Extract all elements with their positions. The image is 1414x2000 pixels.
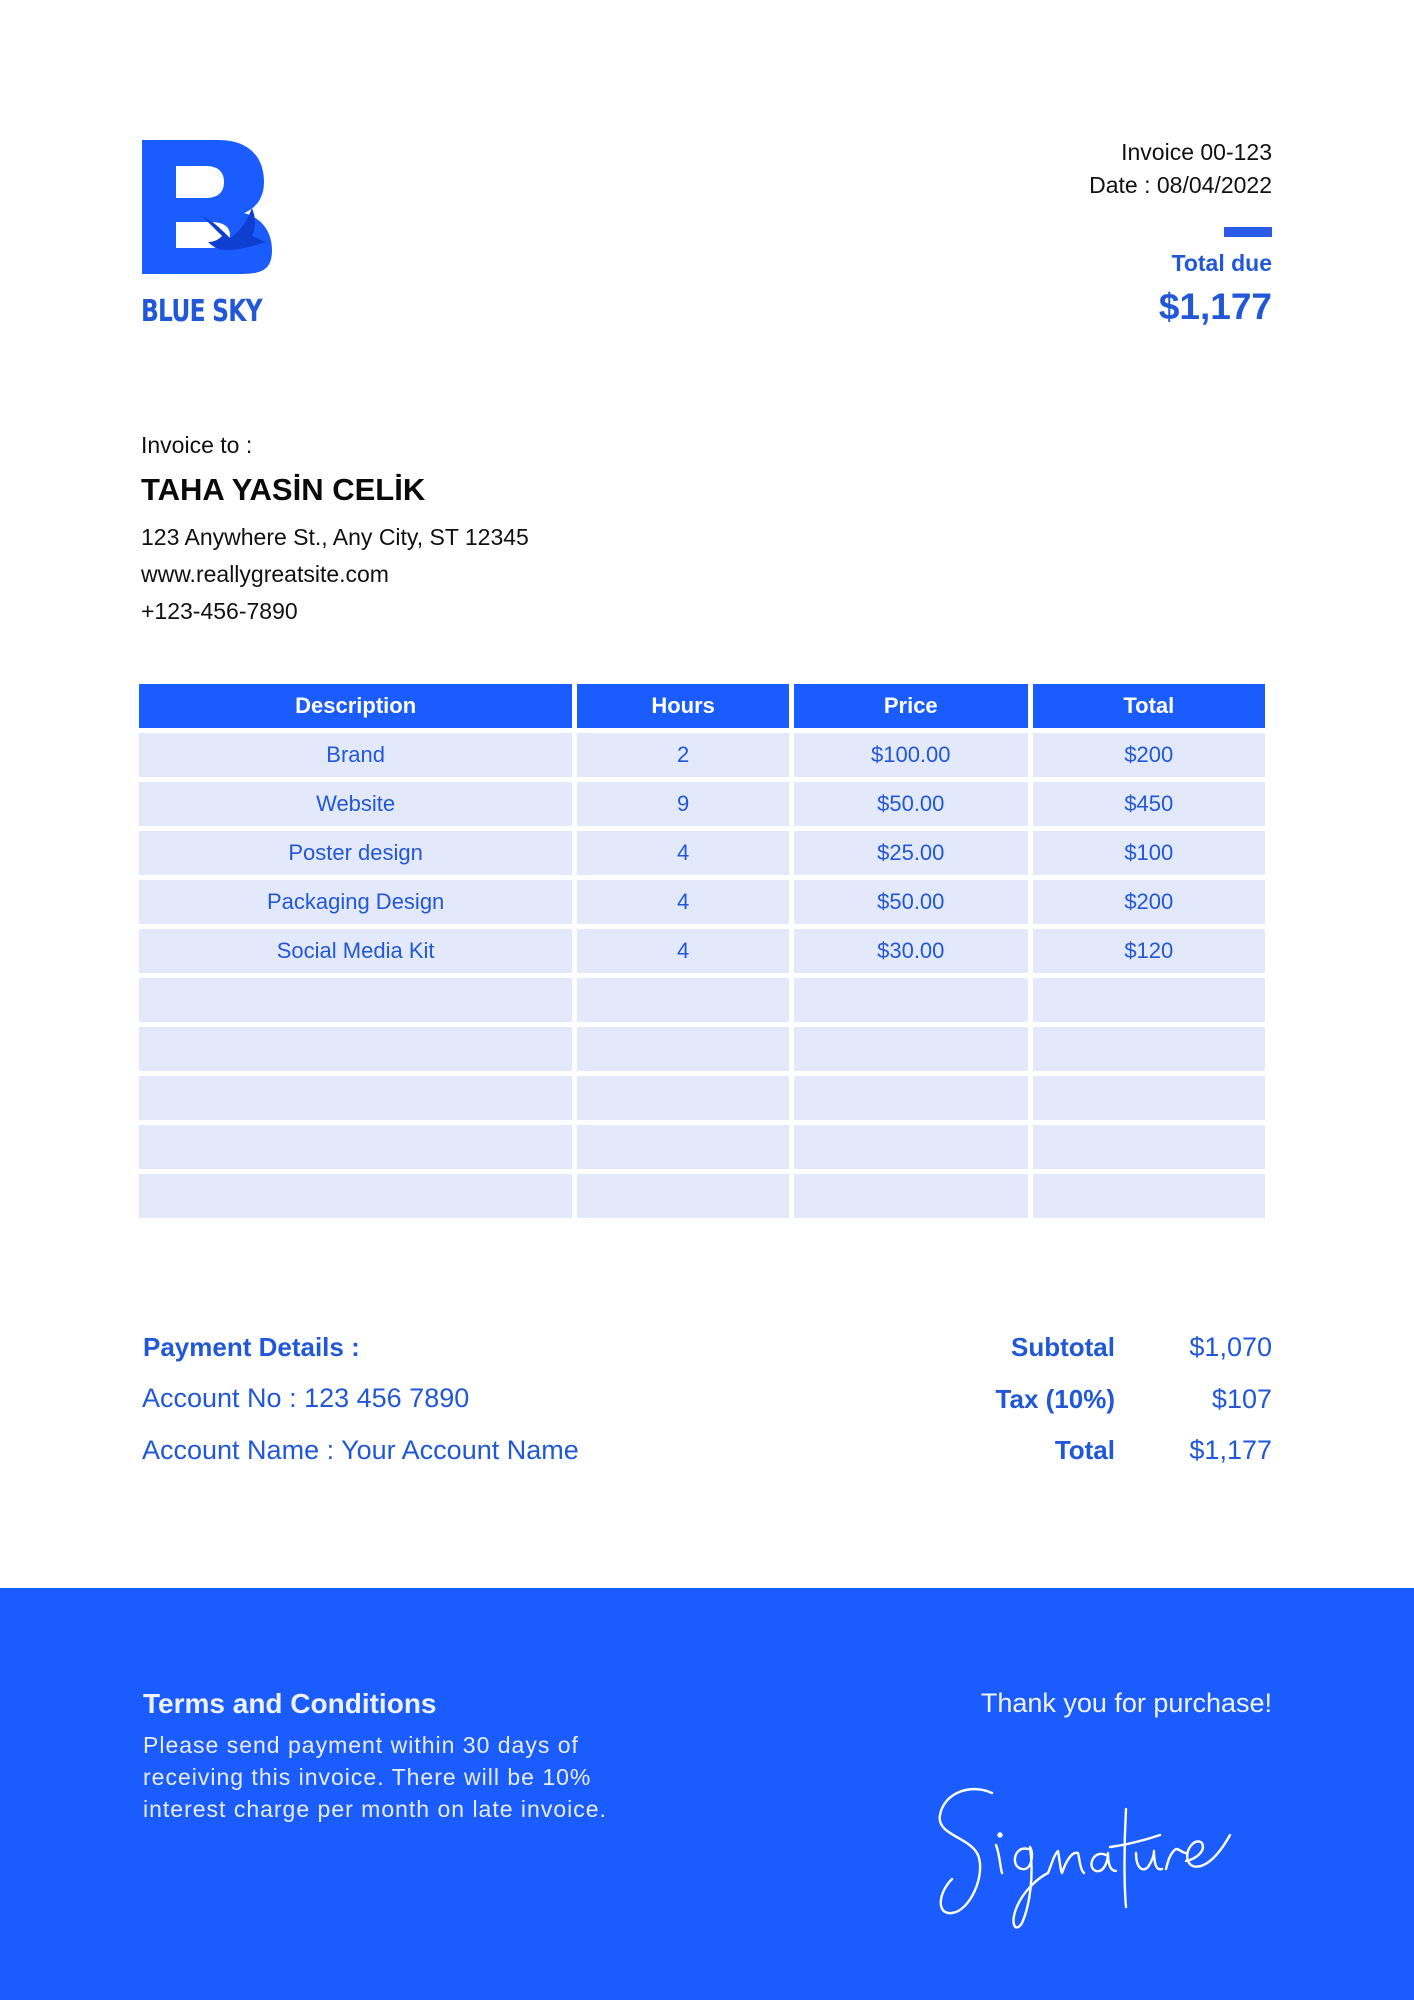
total-due-label: Total due [1171, 250, 1272, 276]
brand-name: BLUE SKY [141, 294, 263, 329]
cell-hours [577, 1125, 789, 1169]
cell-price [793, 978, 1028, 1022]
table-row-empty [139, 1027, 1265, 1071]
cell-hours: 4 [577, 929, 789, 973]
cell-total [1032, 1027, 1265, 1071]
cell-hours: 9 [577, 782, 789, 826]
tax-value: $107 [1211, 1384, 1272, 1414]
table-row: Poster design 4 $25.00 $100 [139, 831, 1265, 875]
total-value: $1,177 [1189, 1435, 1272, 1465]
cell-description: Website [139, 782, 573, 826]
cell-price: $100.00 [793, 733, 1028, 777]
cell-total: $200 [1032, 880, 1265, 924]
terms-text: Please send payment within 30 days of re… [143, 1732, 607, 1822]
cell-total: $200 [1032, 733, 1265, 777]
cell-total [1032, 1174, 1265, 1218]
client-name: TAHA YASİN CELİK [141, 472, 426, 507]
header-hours: Hours [577, 684, 789, 728]
header-description: Description [139, 684, 573, 728]
cell-hours [577, 978, 789, 1022]
cell-hours [577, 1076, 789, 1120]
cell-description: Social Media Kit [139, 929, 573, 973]
table-row-empty [139, 978, 1265, 1022]
table-row-empty [139, 1174, 1265, 1218]
table-row-empty [139, 1076, 1265, 1120]
thank-you-text: Thank you for purchase! [980, 1688, 1272, 1718]
cell-price [793, 1174, 1028, 1218]
table-header-row: Description Hours Price Total [139, 684, 1265, 728]
header-price: Price [793, 684, 1028, 728]
cell-hours [577, 1027, 789, 1071]
table-row: Website 9 $50.00 $450 [139, 782, 1265, 826]
terms-title: Terms and Conditions [143, 1688, 437, 1719]
invoice-date: Date : 08/04/2022 [1089, 172, 1272, 198]
cell-description [139, 1027, 573, 1071]
table-row: Social Media Kit 4 $30.00 $120 [139, 929, 1265, 973]
cell-description [139, 1174, 573, 1218]
client-website: www.reallygreatsite.com [141, 561, 389, 587]
header-total: Total [1032, 684, 1265, 728]
cell-price [793, 1125, 1028, 1169]
cell-price: $50.00 [793, 880, 1028, 924]
cell-hours: 2 [577, 733, 789, 777]
table-row: Packaging Design 4 $50.00 $200 [139, 880, 1265, 924]
cell-price: $50.00 [793, 782, 1028, 826]
accent-bar [1224, 227, 1272, 237]
cell-total [1032, 1125, 1265, 1169]
cell-price [793, 1027, 1028, 1071]
total-due-value: $1,177 [1158, 286, 1272, 327]
account-name: Account Name : Your Account Name [142, 1435, 579, 1465]
cell-hours: 4 [577, 880, 789, 924]
invoice-to-label: Invoice to : [141, 432, 253, 458]
payment-details-title: Payment Details : [143, 1332, 360, 1362]
total-label: Total [1054, 1435, 1115, 1465]
cell-total: $450 [1032, 782, 1265, 826]
client-phone: +123-456-7890 [141, 598, 298, 624]
cell-price [793, 1076, 1028, 1120]
cell-description [139, 1076, 573, 1120]
cell-total [1032, 978, 1265, 1022]
account-number: Account No : 123 456 7890 [142, 1383, 470, 1413]
cell-description: Packaging Design [139, 880, 573, 924]
cell-price: $25.00 [793, 831, 1028, 875]
cell-description: Poster design [139, 831, 573, 875]
cell-description [139, 1125, 573, 1169]
cell-price: $30.00 [793, 929, 1028, 973]
client-address: 123 Anywhere St., Any City, ST 12345 [141, 524, 529, 550]
cell-total: $100 [1032, 831, 1265, 875]
items-table: Description Hours Price Total Brand 2 $1… [134, 679, 1270, 1223]
cell-total: $120 [1032, 929, 1265, 973]
cell-hours: 4 [577, 831, 789, 875]
invoice-number: Invoice 00-123 [1121, 139, 1272, 165]
subtotal-value: $1,070 [1189, 1332, 1272, 1362]
logo-letter-b [142, 140, 272, 275]
signature [938, 1788, 1232, 1929]
invoice-meta: Invoice 00-123 Date : 08/04/2022 [1089, 136, 1272, 202]
table-row: Brand 2 $100.00 $200 [139, 733, 1265, 777]
cell-hours [577, 1174, 789, 1218]
cell-description [139, 978, 573, 1022]
subtotal-label: Subtotal [1011, 1332, 1115, 1362]
tax-label: Tax (10%) [995, 1384, 1115, 1414]
cell-total [1032, 1076, 1265, 1120]
cell-description: Brand [139, 733, 573, 777]
table-row-empty [139, 1125, 1265, 1169]
